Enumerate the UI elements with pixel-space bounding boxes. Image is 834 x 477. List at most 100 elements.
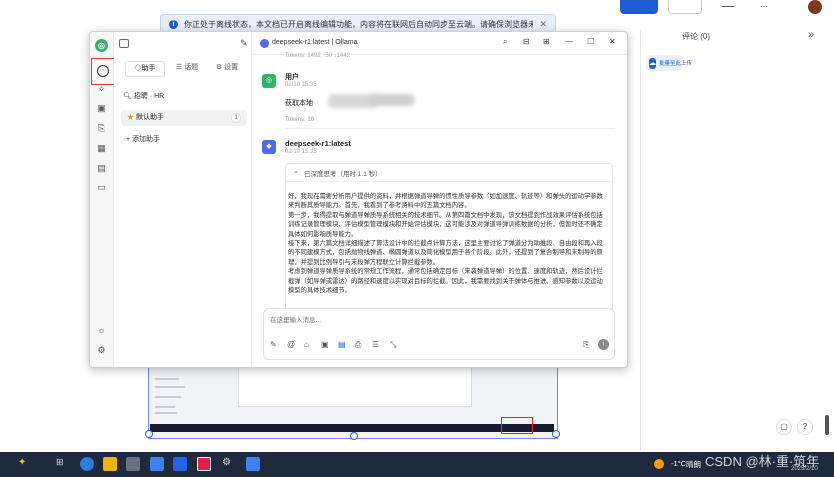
- offline-banner-text: 你正处于离线状态，本文档已开启离线编辑功能，内容将在联网后自动同步至云端。请确保…: [184, 19, 534, 29]
- tab-topic[interactable]: ☰ 话题: [168, 61, 206, 75]
- tab-settings[interactable]: ⚙ 设置: [208, 61, 246, 75]
- model-avatar: ◆: [262, 140, 276, 154]
- model-title[interactable]: deepseek-r1:latest | Ollama: [272, 39, 357, 46]
- grid-icon[interactable]: ⊞: [543, 37, 550, 46]
- app-icon[interactable]: [197, 457, 211, 471]
- batch-upload-button[interactable]: ☁ 批量至此上传: [646, 55, 692, 71]
- translate-icon[interactable]: ⎘: [95, 122, 108, 135]
- store-icon[interactable]: [126, 457, 140, 471]
- collapse-icon[interactable]: »: [808, 29, 814, 41]
- mention-icon[interactable]: @: [287, 340, 295, 349]
- chevron-down-icon[interactable]: ⌄: [293, 167, 299, 175]
- search-icon[interactable]: ⌕: [503, 37, 507, 47]
- message-time: 02/10 15:35: [285, 82, 317, 88]
- user-avatar[interactable]: [808, 0, 822, 14]
- cloud-upload-icon: ☁: [649, 57, 656, 69]
- layout-icon[interactable]: ▢: [776, 419, 792, 435]
- task-view-icon[interactable]: ⊞: [56, 457, 70, 471]
- embedded-taskbar: [150, 424, 554, 432]
- search-icon: 🔍︎: [123, 93, 134, 100]
- app-icon[interactable]: [246, 457, 260, 471]
- photos-icon[interactable]: [173, 457, 187, 471]
- reasoning-paragraph: 第一步，我得提取与弹道导弹质导系统相关的技术细节。从第四篇文档中发现，该文档提到…: [288, 211, 603, 238]
- send-button[interactable]: ↑: [598, 339, 609, 350]
- sparkle-icon[interactable]: ✦: [18, 457, 32, 471]
- message-time: 02/10 15:35: [285, 149, 317, 155]
- minimize-icon[interactable]: —: [565, 37, 573, 46]
- close-icon[interactable]: ✕: [609, 37, 616, 46]
- assistant-label: 招聘 · HR: [133, 93, 165, 100]
- apps-icon[interactable]: ▦: [95, 142, 108, 155]
- app-avatar[interactable]: ◎: [95, 39, 108, 52]
- token-usage: Tokens: 1492 ↑50 ↓1442: [285, 53, 351, 59]
- new-topic-icon[interactable]: ✎: [270, 340, 277, 349]
- settings-icon[interactable]: ⚙: [95, 344, 108, 357]
- mail-icon[interactable]: [150, 457, 164, 471]
- user-avatar: ◎: [262, 74, 276, 88]
- expand-icon[interactable]: ⤡: [390, 340, 396, 350]
- more-icon[interactable]: ⋯: [760, 2, 768, 11]
- message-input[interactable]: [270, 315, 600, 325]
- assistant-label: 默认助手: [135, 114, 164, 121]
- edit-icon[interactable]: ✎: [240, 38, 248, 49]
- token-usage: Tokens: 16: [285, 117, 315, 123]
- reasoning-body: 好，我现在需要分析用户提供的资料，并根据弹道导弹的惯性质导参数（如加速度、轨迹等…: [288, 192, 606, 295]
- message-author: 用户: [285, 74, 299, 81]
- layout-icon[interactable]: ⊟: [523, 37, 530, 46]
- embedded-window: [238, 367, 472, 407]
- settings-icon[interactable]: ⚙: [222, 457, 236, 471]
- tab-assistant[interactable]: ◇助手: [125, 61, 165, 77]
- chat-app-window: ◎ ··· ✧ ▣ ⎘ ▦ ▤ ▭ ☼ ⚙ ✎ ◇助手 ☰ 话题 ⚙ 设置 🔍︎…: [89, 31, 628, 368]
- embedded-highlight: [501, 417, 533, 434]
- attachment-icon[interactable]: ⎙: [355, 340, 361, 350]
- toolbar-button[interactable]: [668, 0, 702, 14]
- resize-handle[interactable]: [350, 432, 358, 440]
- scrollbar[interactable]: [825, 415, 829, 435]
- minimize-icon[interactable]: [722, 6, 734, 7]
- help-icon[interactable]: ?: [797, 419, 813, 435]
- maximize-icon[interactable]: ☐: [587, 37, 594, 46]
- paste-icon[interactable]: ⎘: [583, 340, 589, 350]
- weather-icon[interactable]: [654, 459, 664, 469]
- close-icon[interactable]: ✕: [539, 19, 547, 30]
- edge-icon[interactable]: [80, 457, 94, 471]
- sidebar-toggle-icon[interactable]: [119, 39, 129, 48]
- message-author: deepseek-r1:latest: [285, 139, 351, 148]
- comment-panel: [640, 30, 834, 450]
- resize-handle[interactable]: [145, 430, 153, 438]
- star-icon: ★: [127, 114, 134, 121]
- weather-description: 晴朗: [686, 460, 701, 469]
- model-icon: [260, 39, 269, 48]
- reasoning-title: 已深度思考（用时 1.1 秒）: [304, 171, 382, 178]
- sparkle-icon[interactable]: ✧: [95, 83, 108, 96]
- chat-icon[interactable]: ···: [97, 65, 109, 77]
- clear-icon[interactable]: ⌂: [304, 340, 309, 349]
- add-assistant-button[interactable]: + 添加助手: [126, 134, 160, 144]
- folder-icon[interactable]: ▭: [95, 181, 108, 194]
- taskbar-date: 2025/2/10: [791, 466, 818, 472]
- theme-icon[interactable]: ☼: [95, 324, 108, 337]
- redacted-text: [370, 94, 415, 106]
- divider: [285, 128, 615, 129]
- comment-count: 评论 (0): [682, 32, 710, 41]
- batch-upload-label: 批量至此上传: [659, 61, 693, 67]
- weather-temperature: -1°C: [671, 459, 687, 468]
- image-icon[interactable]: ▣: [321, 340, 329, 349]
- assistant-item-default[interactable]: ★ 默认助手: [121, 110, 247, 126]
- knowledge-icon[interactable]: ▤: [95, 162, 108, 175]
- assistant-item-hr[interactable]: 🔍︎ 招聘 · HR: [123, 90, 243, 104]
- list-icon[interactable]: ☰: [372, 340, 379, 349]
- topic-count-badge: 1: [231, 113, 241, 123]
- user-message-text: 获取本地: [285, 100, 313, 107]
- image-icon[interactable]: ▣: [95, 102, 108, 115]
- knowledge-icon[interactable]: ▤: [338, 340, 346, 349]
- info-icon: i: [169, 19, 178, 29]
- reasoning-paragraph: 考虑到弹道导弹质导系统的常规工作流程，通常包括确定目标（来袭弹道导弹）的位置、速…: [288, 268, 603, 295]
- assistant-sidebar: [114, 32, 252, 367]
- resize-handle[interactable]: [552, 430, 560, 438]
- share-button[interactable]: [620, 0, 658, 14]
- explorer-icon[interactable]: [103, 457, 117, 471]
- icon-rail: ◎ ··· ✧ ▣ ⎘ ▦ ▤ ▭ ☼ ⚙: [90, 32, 122, 367]
- reasoning-paragraph: 好，我现在需要分析用户提供的资料，并根据弹道导弹的惯性质导参数（如加速度、轨迹等…: [288, 193, 603, 210]
- reasoning-paragraph: 接下来，第六篇文档详细描述了算法设计中的拦截点计算方法，这里主要讨论了弹道分为助…: [288, 240, 603, 266]
